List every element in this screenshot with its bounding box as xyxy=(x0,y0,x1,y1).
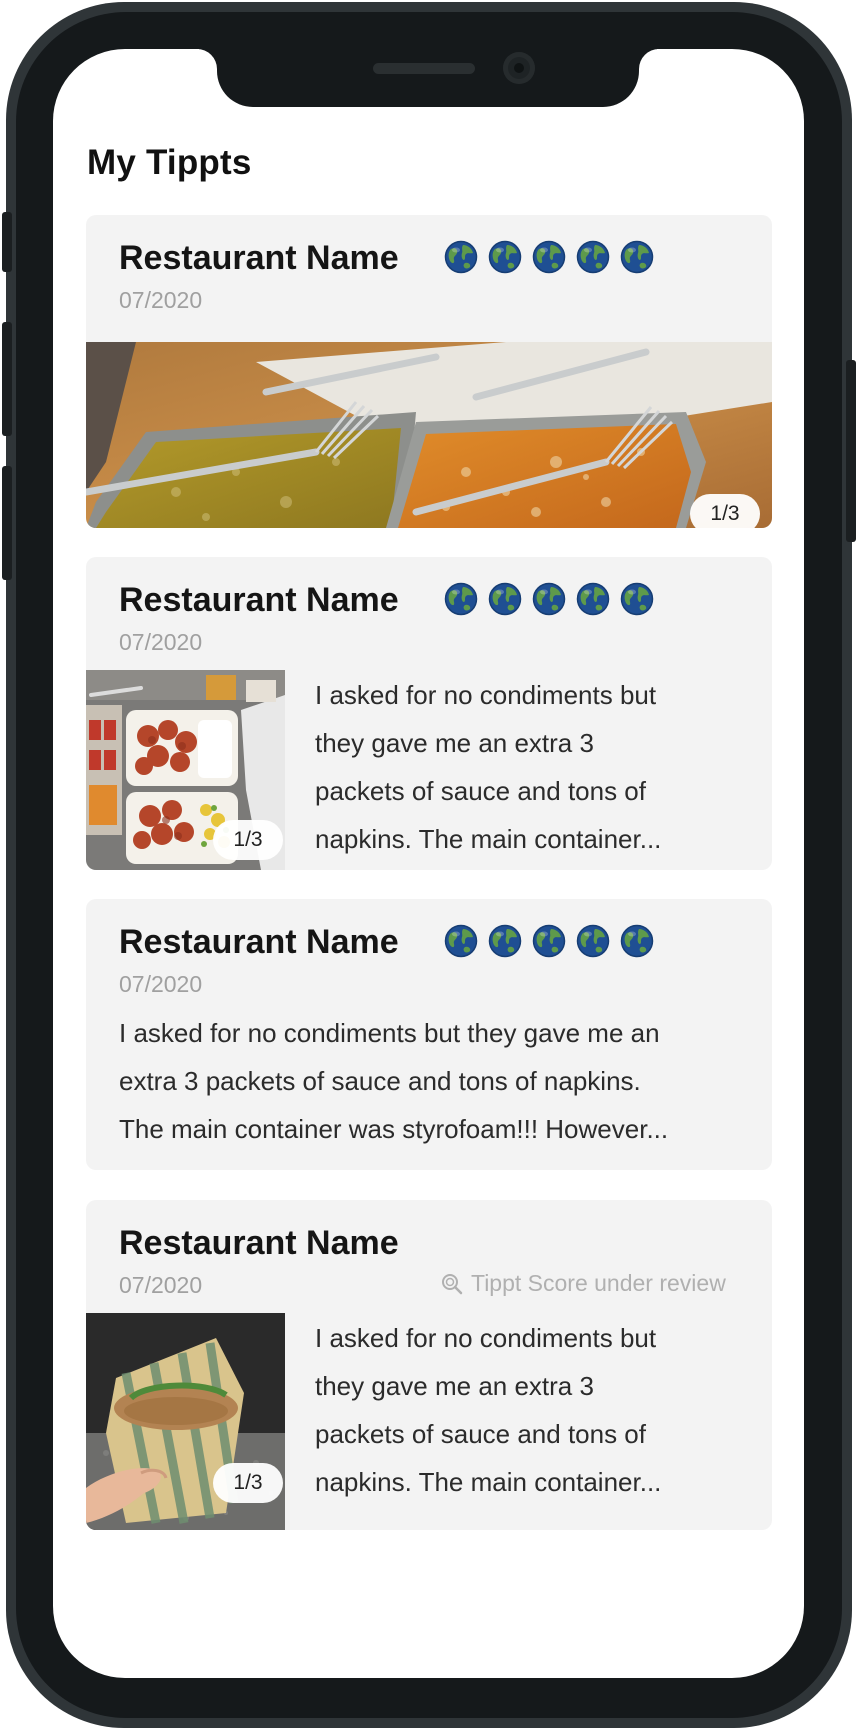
globe-icon xyxy=(576,240,610,274)
review-line: they gave me an extra 3 xyxy=(315,1371,594,1401)
photo-counter: 1/3 xyxy=(213,820,283,860)
globe-icon xyxy=(532,240,566,274)
review-line: packets of sauce and tons of xyxy=(315,776,646,806)
tippt-date: 07/2020 xyxy=(119,1272,203,1298)
notch xyxy=(217,49,639,107)
globe-icon xyxy=(444,240,478,274)
rating-globes xyxy=(444,924,654,958)
speaker-grille xyxy=(373,63,475,74)
rating-globes xyxy=(444,582,654,616)
volume-up-button xyxy=(2,322,12,436)
globe-icon xyxy=(620,240,654,274)
globe-icon xyxy=(532,924,566,958)
food-trays-image xyxy=(86,342,772,528)
tippt-date: 07/2020 xyxy=(119,287,203,313)
notch-corner-right xyxy=(637,49,679,89)
review-line: packets of sauce and tons of xyxy=(315,1419,646,1449)
review-line: napkins. The main container... xyxy=(315,1467,662,1497)
restaurant-name: Restaurant Name xyxy=(119,1224,399,1262)
page-title: My Tippts xyxy=(87,143,252,182)
tippt-review-text: I asked for no condiments but they gave … xyxy=(119,1009,759,1153)
mute-switch xyxy=(2,212,12,272)
review-line: extra 3 packets of sauce and tons of nap… xyxy=(119,1066,641,1096)
globe-icon xyxy=(620,582,654,616)
phone-screen: My Tippts Restaurant Name 07/2020 1/3 Re… xyxy=(53,49,804,1678)
tippt-date: 07/2020 xyxy=(119,971,203,997)
review-line: napkins. The main container... xyxy=(315,824,662,854)
tippt-card[interactable]: Restaurant Name 07/2020 I asked for no c… xyxy=(86,899,772,1170)
globe-icon xyxy=(488,582,522,616)
photo-counter: 1/3 xyxy=(690,494,760,528)
globe-icon xyxy=(576,924,610,958)
restaurant-name: Restaurant Name xyxy=(119,581,399,619)
globe-icon xyxy=(488,240,522,274)
front-camera xyxy=(503,52,535,84)
review-line: I asked for no condiments but xyxy=(315,680,657,710)
tippt-review-text: I asked for no condiments but they gave … xyxy=(315,671,755,863)
globe-icon xyxy=(444,924,478,958)
tippt-card[interactable]: Restaurant Name 07/2020 xyxy=(86,215,772,528)
magnify-globe-icon xyxy=(442,1274,463,1295)
food-photo[interactable]: 1/3 xyxy=(86,670,285,870)
tippt-date: 07/2020 xyxy=(119,629,203,655)
review-line: I asked for no condiments but they gave … xyxy=(119,1018,660,1048)
review-line: they gave me an extra 3 xyxy=(315,728,594,758)
power-button xyxy=(846,360,856,542)
tippt-card[interactable]: Restaurant Name 07/2020 xyxy=(86,557,772,870)
globe-icon xyxy=(488,924,522,958)
review-line: The main container was styrofoam!!! Howe… xyxy=(119,1114,669,1144)
food-photo[interactable]: 1/3 xyxy=(86,1313,285,1530)
globe-icon xyxy=(444,582,478,616)
tippt-review-text: I asked for no condiments but they gave … xyxy=(315,1314,755,1506)
notch-corner-left xyxy=(177,49,219,89)
rating-globes xyxy=(444,240,654,274)
globe-icon xyxy=(620,924,654,958)
food-photo[interactable]: 1/3 xyxy=(86,342,772,528)
globe-icon xyxy=(532,582,566,616)
restaurant-name: Restaurant Name xyxy=(119,923,399,961)
restaurant-name: Restaurant Name xyxy=(119,239,399,277)
score-review-label: Tippt Score under review xyxy=(471,1270,726,1296)
review-line: I asked for no condiments but xyxy=(315,1323,657,1353)
tippt-card[interactable]: Restaurant Name 07/2020 Tippt Score unde… xyxy=(86,1200,772,1530)
globe-icon xyxy=(576,582,610,616)
photo-counter: 1/3 xyxy=(213,1463,283,1503)
score-review-status: Tippt Score under review xyxy=(441,1270,726,1297)
volume-down-button xyxy=(2,466,12,580)
